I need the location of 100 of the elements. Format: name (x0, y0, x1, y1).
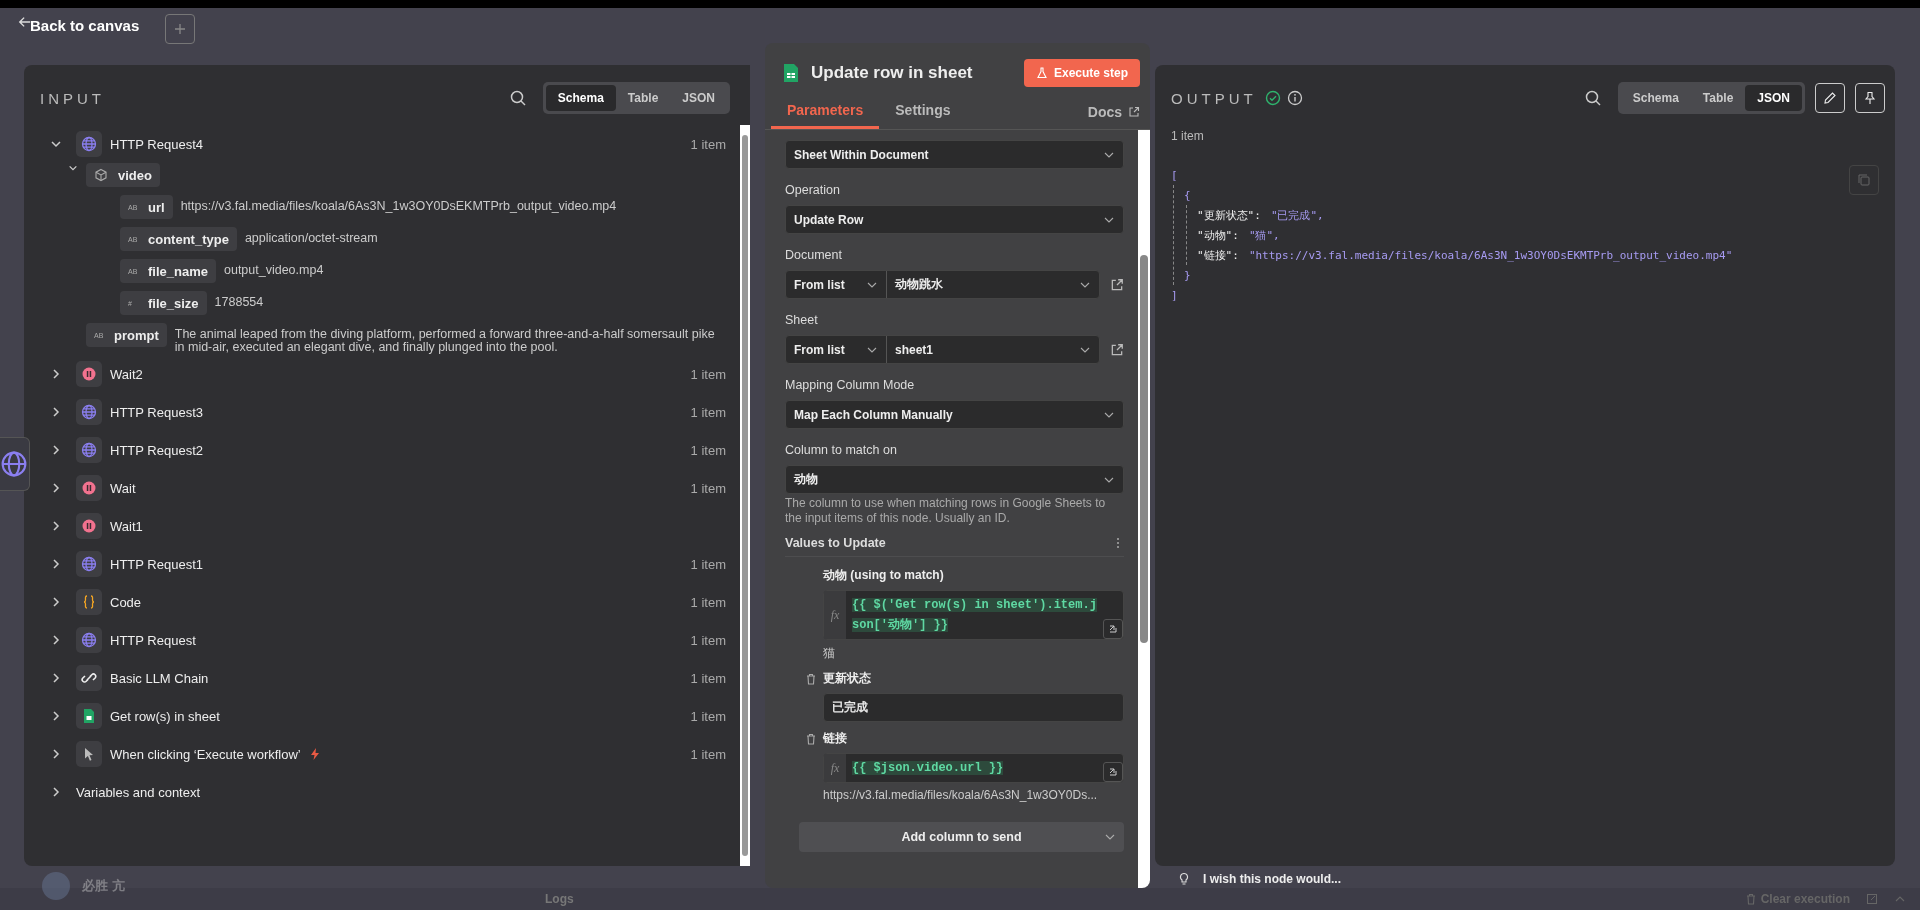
globe-icon (81, 556, 97, 572)
arrow-left-icon (18, 14, 32, 29)
scrollbar[interactable] (1138, 130, 1150, 888)
view-tab[interactable]: Table (1690, 85, 1746, 111)
node-title: Update row in sheet (811, 63, 973, 83)
field-value: The animal leaped from the diving platform, performed a forward three-and-a-half somersault pike in mid-air, executed an elegant dive, and finally plunged into the pool. (174, 326, 715, 354)
view-tab[interactable]: Table (615, 85, 671, 111)
output-title: OUTPUT (1171, 89, 1257, 107)
item-count: 1 item (690, 594, 726, 610)
item-count: 1 item (690, 670, 726, 686)
section-title: Values to Update (785, 536, 886, 550)
pause-icon (81, 366, 97, 382)
view-tab[interactable]: Schema (545, 85, 616, 111)
trash-icon[interactable] (805, 673, 817, 685)
mode-dropdown[interactable]: From list (786, 271, 887, 298)
json-value: "已完成", (1270, 207, 1324, 223)
chevron-right-icon[interactable] (50, 672, 62, 684)
json-bracket: } (1184, 268, 1191, 282)
lightbulb-icon (1177, 872, 1191, 886)
dropdown[interactable]: sheet1 (887, 336, 1099, 363)
trash-icon[interactable] (805, 733, 817, 745)
search-icon[interactable] (508, 89, 527, 107)
globe-icon (81, 442, 97, 458)
item-count: 1 item (690, 746, 726, 762)
pin-icon (1863, 91, 1877, 105)
search-icon[interactable] (1583, 89, 1602, 107)
pin-button[interactable] (1855, 83, 1885, 113)
link-icon (81, 670, 97, 686)
previous-node-button[interactable] (0, 437, 30, 491)
view-tab[interactable]: Schema (1620, 85, 1691, 111)
chevron-down-icon[interactable] (68, 163, 78, 173)
panel-tab[interactable]: Settings (879, 96, 967, 129)
json-value: "https://v3.fal.media/files/koala/6As3N_1w3OY0DsEKMTPrb_output_video.mp4" (1248, 248, 1733, 262)
chevron-down-icon[interactable] (50, 138, 62, 150)
view-tab[interactable]: JSON (670, 85, 727, 111)
chevron-right-icon[interactable] (50, 748, 62, 760)
variables-label[interactable]: Variables and context (76, 784, 201, 800)
chevron-right-icon[interactable] (50, 786, 62, 798)
field-value: application/octet-stream (244, 230, 378, 245)
value-preview: https://v3.fal.media/files/koala/6As3N_1w3OY0Ds... (823, 788, 1099, 802)
pause-icon (81, 518, 97, 534)
info-icon[interactable] (1286, 90, 1303, 106)
back-to-canvas-button[interactable]: Back to canvas (18, 17, 140, 34)
globe-icon (81, 404, 97, 420)
user-name: 必胜 亢 (82, 877, 125, 895)
item-count: 1 item (690, 708, 726, 724)
dropdown[interactable]: Update Row (785, 205, 1124, 234)
edit-button[interactable] (1815, 83, 1845, 113)
add-column-dropdown[interactable]: Add column to send (799, 822, 1124, 852)
external-link-icon (1128, 106, 1140, 118)
copy-icon (1857, 173, 1871, 187)
expression-field[interactable]: fx {{ $('Get row(s) in sheet').item.json['动物'] }} (823, 590, 1124, 640)
dropdown[interactable]: 动物 (785, 465, 1124, 494)
chevron-right-icon[interactable] (50, 368, 62, 380)
node-name: When clicking ‘Execute workflow’ (110, 746, 301, 762)
field-key: video (86, 163, 160, 187)
chevron-right-icon[interactable] (50, 444, 62, 456)
column-label: 动物 (using to match) (823, 567, 945, 584)
spreadsheet-icon (81, 708, 97, 724)
node-name: HTTP Request4 (110, 136, 203, 152)
chevron-right-icon[interactable] (50, 520, 62, 532)
dropdown[interactable]: 动物跳水 (887, 271, 1099, 298)
dropdown[interactable]: Sheet Within Document (785, 140, 1124, 169)
node-name: Wait1 (110, 518, 143, 534)
external-link-icon[interactable] (1110, 342, 1124, 357)
trash-icon (1744, 893, 1757, 905)
chevron-right-icon[interactable] (50, 406, 62, 418)
globe-icon (81, 632, 97, 648)
node-name: Basic LLM Chain (110, 670, 209, 686)
globe-icon (0, 450, 28, 478)
node-name: HTTP Request3 (110, 404, 203, 420)
node-name: HTTP Request (110, 632, 196, 648)
scrollbar[interactable] (740, 125, 750, 866)
node-name: HTTP Request2 (110, 442, 203, 458)
spreadsheet-icon (783, 63, 799, 83)
item-count: 1 item (1170, 128, 1205, 143)
docs-link[interactable]: Docs (1087, 104, 1140, 129)
feedback-link[interactable]: I wish this node would... (1203, 872, 1341, 886)
open-editor-icon[interactable] (1103, 619, 1123, 639)
node-name: Get row(s) in sheet (110, 708, 220, 724)
text-field[interactable]: 已完成 (823, 693, 1124, 722)
item-count: 1 item (690, 366, 726, 382)
external-link-icon[interactable] (1110, 277, 1124, 292)
json-bracket: [ (1171, 168, 1178, 182)
json-key: "更新状态": (1197, 207, 1261, 223)
chevron-right-icon[interactable] (50, 596, 62, 608)
node-name: HTTP Request1 (110, 556, 203, 572)
mode-dropdown[interactable]: From list (786, 336, 887, 363)
chevron-right-icon[interactable] (50, 482, 62, 494)
dropdown[interactable]: Map Each Column Manually (785, 400, 1124, 429)
expression-field[interactable]: fx {{ $json.video.url }} (823, 753, 1124, 783)
chevron-right-icon[interactable] (50, 558, 62, 570)
open-editor-icon[interactable] (1103, 762, 1123, 782)
chevron-right-icon[interactable] (50, 710, 62, 722)
pause-icon (81, 480, 97, 496)
json-value: "猫", (1248, 227, 1280, 243)
globe-icon (81, 136, 97, 152)
node-name: Code (110, 594, 142, 610)
view-tab[interactable]: JSON (1745, 85, 1802, 111)
chevron-right-icon[interactable] (50, 634, 62, 646)
